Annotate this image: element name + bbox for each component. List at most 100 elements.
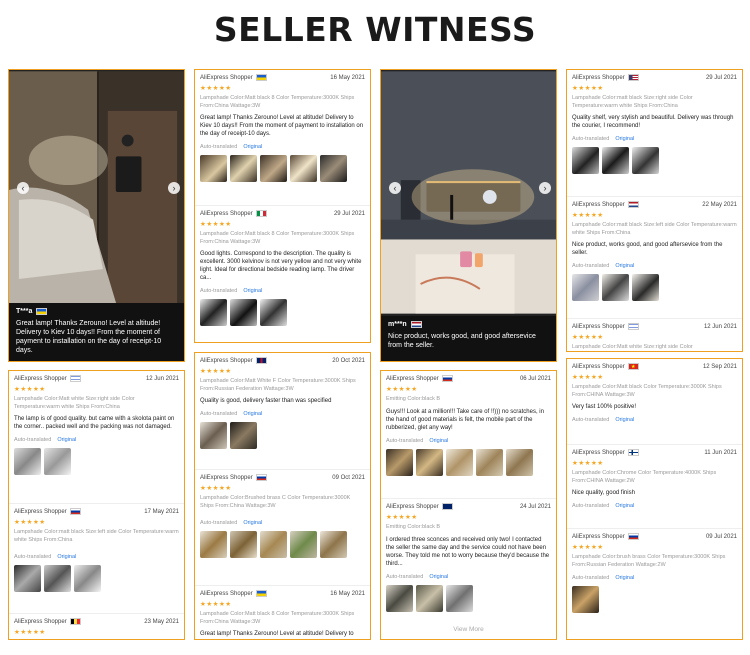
thumbnail[interactable] (446, 448, 473, 476)
prev-photo-arrow[interactable]: ‹ (17, 182, 29, 194)
original-link[interactable]: Original (243, 288, 262, 294)
thumbnail[interactable] (230, 422, 257, 449)
thumbnail[interactable] (44, 448, 71, 475)
thumbnail[interactable] (506, 448, 533, 476)
review-date: 12 Jun 2021 (145, 375, 179, 382)
original-link[interactable]: Original (615, 575, 634, 581)
thumbnail[interactable] (200, 299, 227, 326)
thumbnail[interactable] (260, 299, 287, 326)
star-rating: ★★★★★ (14, 519, 46, 526)
netherlands-flag-icon (410, 321, 422, 328)
review-text: Great lamp! Thanks Zerouno! Level at alt… (200, 631, 354, 637)
original-link[interactable]: Original (243, 520, 262, 526)
photo-thumbs (200, 299, 365, 326)
review-card-panel: AliExpress Shopper 29 Jul 2021 ★★★★★ Lam… (566, 69, 743, 352)
review-text: Good lights. Correspond to the descripti… (200, 251, 362, 281)
review-date: 06 Jul 2021 (519, 375, 551, 382)
prev-photo-arrow[interactable]: ‹ (389, 182, 401, 194)
thumbnail[interactable] (260, 155, 287, 182)
thumbnail[interactable] (14, 565, 41, 592)
thumbnail[interactable] (200, 531, 227, 558)
original-link[interactable]: Original (243, 411, 262, 417)
review-date: 12 Jun 2021 (703, 323, 737, 330)
thumbnail[interactable] (200, 155, 227, 182)
thumbnail[interactable] (320, 155, 347, 182)
review-date: 23 May 2021 (144, 618, 179, 625)
original-link[interactable]: Original (57, 437, 76, 443)
thumbnail[interactable] (260, 531, 287, 558)
translation-row: Auto-translated Original (572, 136, 737, 142)
original-link[interactable]: Original (615, 417, 634, 423)
thumbnail[interactable] (602, 274, 629, 301)
product-options: Emitting Color:black B (386, 396, 441, 402)
thumbnail[interactable] (320, 531, 347, 558)
original-link[interactable]: Original (429, 438, 448, 444)
italy-flag-icon (255, 210, 267, 217)
thumbnail[interactable] (572, 586, 599, 613)
original-link[interactable]: Original (429, 574, 448, 580)
review-item: AliExpress Shopper 16 May 2021 ★★★★★ Lam… (195, 70, 370, 206)
original-link[interactable]: Original (615, 136, 634, 142)
thumbnail[interactable] (230, 531, 257, 558)
thumbnail[interactable] (446, 584, 473, 612)
view-more-link[interactable]: View More (381, 622, 556, 637)
next-photo-arrow[interactable]: › (539, 182, 551, 194)
review-item: AliExpress Shopper ★ 12 Sep 2021 ★★★★★ L… (567, 359, 742, 445)
thumbnail[interactable] (476, 448, 503, 476)
thumbnail[interactable] (632, 147, 659, 174)
product-options: Lampshade Color:Matt black 8 Color Tempe… (200, 611, 355, 625)
review-photo (9, 71, 184, 309)
review-date: 20 Oct 2021 (332, 357, 365, 364)
thumbnail[interactable] (632, 274, 659, 301)
translation-row: Auto-translated Original (200, 288, 365, 294)
review-item: AliExpress Shopper 22 May 2021 ★★★★★ Lam… (567, 197, 742, 319)
translation-row: Auto-translated Original (572, 263, 737, 269)
page-title: SELLER WITNESS (213, 10, 537, 49)
review-date: 22 May 2021 (702, 201, 737, 208)
auto-translated-label: Auto-translated (200, 411, 238, 417)
star-rating: ★★★★★ (572, 460, 604, 467)
thumbnail[interactable] (74, 565, 101, 592)
translation-row: Auto-translated Original (200, 144, 365, 150)
original-link[interactable]: Original (243, 144, 262, 150)
shopper-name: AliExpress Shopper (200, 590, 253, 597)
thumbnail[interactable] (200, 422, 227, 449)
shopper-name: AliExpress Shopper (386, 375, 439, 382)
review-text: Great lamp! Thanks Zerouno! Level at alt… (16, 320, 162, 354)
thumbnail[interactable] (416, 448, 443, 476)
belgium-flag-icon (69, 618, 81, 625)
original-link[interactable]: Original (615, 263, 634, 269)
thumbnail[interactable] (416, 584, 443, 612)
thumbnail[interactable] (230, 299, 257, 326)
original-link[interactable]: Original (57, 554, 76, 560)
thumbnail[interactable] (572, 274, 599, 301)
thumbnail[interactable] (572, 147, 599, 174)
shopper-name: AliExpress Shopper (572, 74, 625, 81)
thumbnail[interactable] (602, 147, 629, 174)
star-rating: ★★★★★ (572, 212, 604, 219)
review-date: 09 Jul 2021 (705, 533, 737, 540)
thumbnail[interactable] (386, 448, 413, 476)
thumbnail[interactable] (386, 584, 413, 612)
ukraine-flag-icon (36, 308, 48, 315)
review-text: Nice product, works good, and good after… (572, 242, 723, 256)
thumbnail[interactable] (290, 531, 317, 558)
next-photo-arrow[interactable]: › (168, 182, 180, 194)
review-date: 16 May 2021 (330, 590, 365, 597)
ukraine-flag-icon (255, 590, 267, 597)
thumbnail[interactable] (230, 155, 257, 182)
auto-translated-label: Auto-translated (572, 136, 610, 142)
thumbnail[interactable] (44, 565, 71, 592)
translation-row: Auto-translated Original (14, 554, 179, 560)
reviewer-name: m***n (388, 321, 407, 328)
review-item: AliExpress Shopper 12 Jun 2021 ★★★★★ Lam… (9, 371, 184, 504)
shopper-name: AliExpress Shopper (572, 449, 625, 456)
review-item: AliExpress Shopper 16 May 2021 ★★★★★ Lam… (195, 586, 370, 639)
star-rating: ★★★★★ (572, 85, 604, 92)
original-link[interactable]: Original (615, 503, 634, 509)
thumbnail[interactable] (14, 448, 41, 475)
thumbnail[interactable] (290, 155, 317, 182)
star-rating: ★★★★★ (386, 386, 418, 393)
translation-row: Auto-translated Original (200, 520, 365, 526)
review-text: The lamp is of good quality. but came wi… (14, 416, 175, 430)
